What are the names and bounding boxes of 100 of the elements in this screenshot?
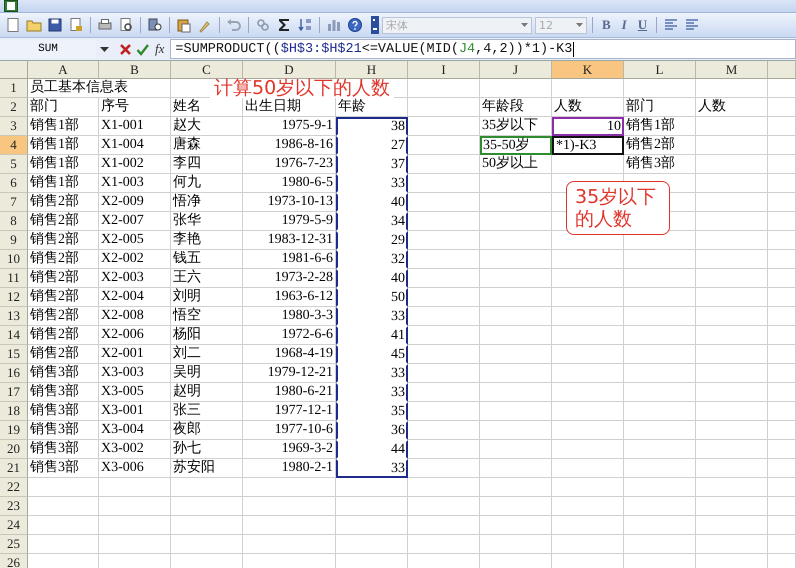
table-cell [696, 174, 768, 193]
sort-icon[interactable] [296, 16, 314, 34]
table-cell [336, 497, 408, 516]
table-cell [696, 459, 768, 478]
table-cell [768, 535, 796, 554]
table-cell [696, 326, 768, 345]
column-header[interactable]: K [552, 61, 624, 79]
table-cell [480, 440, 552, 459]
table-cell: X3-001 [99, 402, 171, 421]
table-cell [480, 459, 552, 478]
table-cell [408, 364, 480, 383]
row-header[interactable]: 9 [0, 231, 28, 250]
table-cell [768, 79, 796, 98]
row-header[interactable]: 4 [0, 136, 28, 155]
format-button[interactable]: I [618, 17, 631, 33]
table-cell: 销售2部 [28, 269, 99, 288]
column-header[interactable]: L [624, 61, 696, 79]
row-header[interactable]: 18 [0, 402, 28, 421]
column-header[interactable]: A [28, 61, 99, 79]
row-header[interactable]: 8 [0, 212, 28, 231]
table-cell: 40 [336, 193, 408, 212]
row-header[interactable]: 13 [0, 307, 28, 326]
table-cell: 销售3部 [28, 421, 99, 440]
row-header[interactable]: 17 [0, 383, 28, 402]
table-cell [768, 269, 796, 288]
table-cell: 吴明 [171, 364, 243, 383]
table-cell: 销售1部 [624, 117, 696, 136]
column-header[interactable]: B [99, 61, 171, 79]
table-cell: 悟净 [171, 193, 243, 212]
row-header[interactable]: 22 [0, 478, 28, 497]
name-box[interactable]: SUM [0, 40, 96, 58]
table-cell [768, 155, 796, 174]
column-header[interactable]: H [336, 61, 408, 79]
table-cell: X2-003 [99, 269, 171, 288]
table-cell [28, 497, 99, 516]
check-icon[interactable] [136, 42, 149, 56]
format-button[interactable]: B [598, 17, 615, 33]
row-header[interactable]: 11 [0, 269, 28, 288]
table-cell [624, 364, 696, 383]
column-header[interactable]: C [171, 61, 243, 79]
table-cell [696, 117, 768, 136]
row-header[interactable]: 23 [0, 497, 28, 516]
table-cell [624, 421, 696, 440]
table-cell [768, 345, 796, 364]
table-cell [696, 250, 768, 269]
table-cell: X2-005 [99, 231, 171, 250]
spreadsheet-app-icon [4, 0, 18, 12]
row-header[interactable]: 14 [0, 326, 28, 345]
row-header[interactable]: 24 [0, 516, 28, 535]
insert-function-button[interactable]: fx [153, 41, 166, 57]
row-header[interactable]: 25 [0, 535, 28, 554]
column-header[interactable]: D [243, 61, 336, 79]
row-header[interactable]: 20 [0, 440, 28, 459]
row-header[interactable]: 19 [0, 421, 28, 440]
table-cell: 年龄段 [480, 98, 552, 117]
table-cell: 1980-2-1 [243, 459, 336, 478]
row-header[interactable]: 16 [0, 364, 28, 383]
table-cell: 销售2部 [28, 326, 99, 345]
row-header[interactable]: 7 [0, 193, 28, 212]
table-cell [624, 326, 696, 345]
table-cell [768, 326, 796, 345]
help-icon[interactable] [346, 16, 364, 34]
table-cell [768, 516, 796, 535]
table-cell: 部门 [624, 98, 696, 117]
row-header[interactable]: 12 [0, 288, 28, 307]
table-cell: 1972-6-6 [243, 326, 336, 345]
save-icon[interactable] [46, 16, 64, 34]
row-header[interactable]: 10 [0, 250, 28, 269]
row-header[interactable]: 6 [0, 174, 28, 193]
row-header[interactable]: 26 [0, 554, 28, 568]
cancel-icon[interactable] [119, 42, 132, 56]
row-header[interactable]: 1 [0, 79, 28, 98]
caret-icon[interactable] [100, 46, 109, 52]
table-cell [408, 231, 480, 250]
cell-editor[interactable]: *1)-K3 [552, 136, 624, 155]
table-cell [768, 402, 796, 421]
table-cell: X3-005 [99, 383, 171, 402]
table-cell: 50岁以上 [480, 155, 552, 174]
table-cell [408, 535, 480, 554]
table-cell: 部门 [28, 98, 99, 117]
row-header[interactable]: 5 [0, 155, 28, 174]
row-header[interactable]: 15 [0, 345, 28, 364]
formula-field[interactable]: =SUMPRODUCT(($H$3:$H$21<=VALUE(MID(J4,4,2))*1)-K3 [170, 39, 796, 59]
table-cell: 37 [336, 155, 408, 174]
table-cell [408, 516, 480, 535]
column-header[interactable]: M [696, 61, 768, 79]
row-header[interactable]: 2 [0, 98, 28, 117]
table-cell: X3-006 [99, 459, 171, 478]
table-cell: 27 [336, 136, 408, 155]
column-header[interactable]: J [480, 61, 552, 79]
table-cell [768, 478, 796, 497]
toolbar-grip-icon[interactable] [371, 16, 379, 34]
table-cell [171, 478, 243, 497]
format-button[interactable]: U [634, 17, 652, 33]
table-cell [552, 478, 624, 497]
row-header[interactable]: 21 [0, 459, 28, 478]
column-header[interactable]: I [408, 61, 480, 79]
table-cell: X2-001 [99, 345, 171, 364]
table-cell [480, 269, 552, 288]
row-header[interactable]: 3 [0, 117, 28, 136]
